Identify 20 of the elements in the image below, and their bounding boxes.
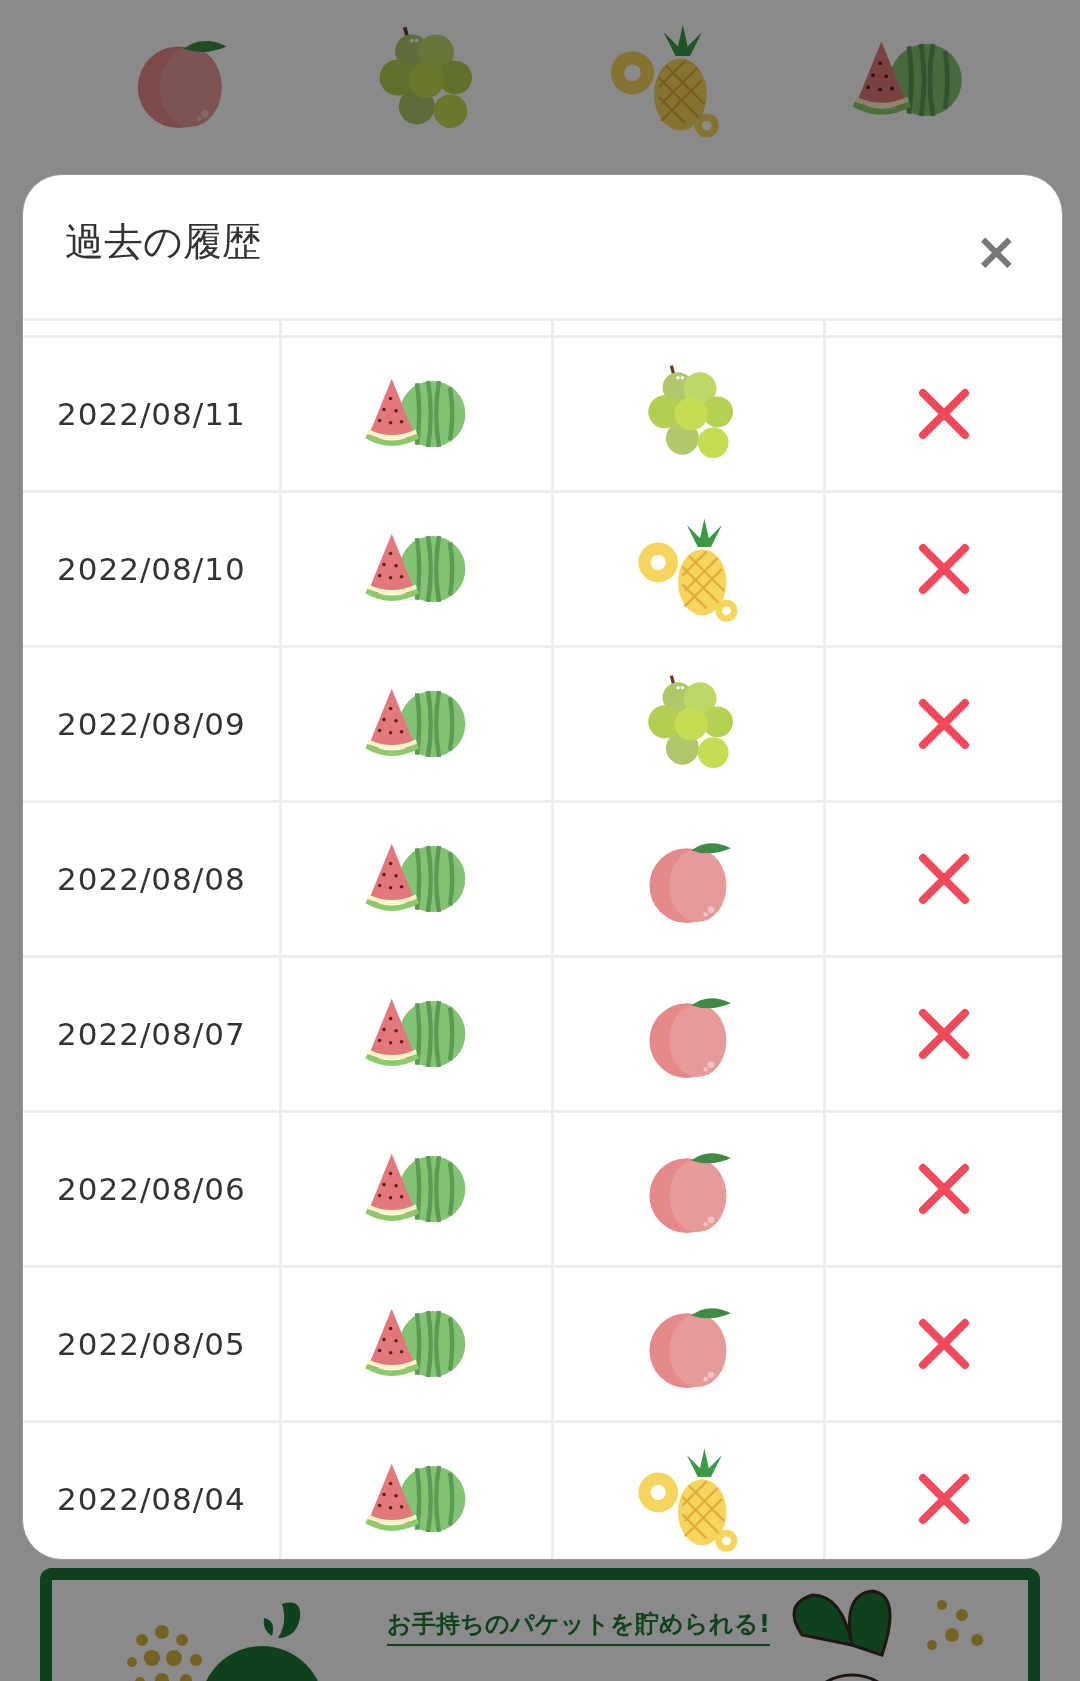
banner-tagline: お手持ちのパケットを貯められる!	[387, 1608, 770, 1646]
cross-icon	[917, 387, 971, 441]
banner[interactable]: お手持ちのパケットを貯められる!	[40, 1568, 1040, 1681]
cross-icon	[917, 1007, 971, 1061]
date-text: 2022/08/09	[57, 706, 246, 742]
date-text: 2022/08/06	[57, 1171, 246, 1207]
date-text: 2022/08/11	[57, 396, 246, 432]
modal-title: 過去の履歴	[65, 217, 261, 266]
close-button[interactable]: ×	[970, 224, 1022, 277]
date-text: 2022/08/10	[57, 551, 246, 587]
cross-icon	[917, 542, 971, 596]
date-text: 2022/08/08	[57, 861, 246, 897]
cross-icon	[917, 1472, 971, 1526]
cross-icon	[917, 697, 971, 751]
date-text: 2022/08/07	[57, 1016, 246, 1052]
cross-icon	[917, 1317, 971, 1371]
date-text: 2022/08/05	[57, 1326, 246, 1362]
cross-icon	[917, 1162, 971, 1216]
cross-icon	[917, 852, 971, 906]
date-text: 2022/08/04	[57, 1481, 246, 1517]
